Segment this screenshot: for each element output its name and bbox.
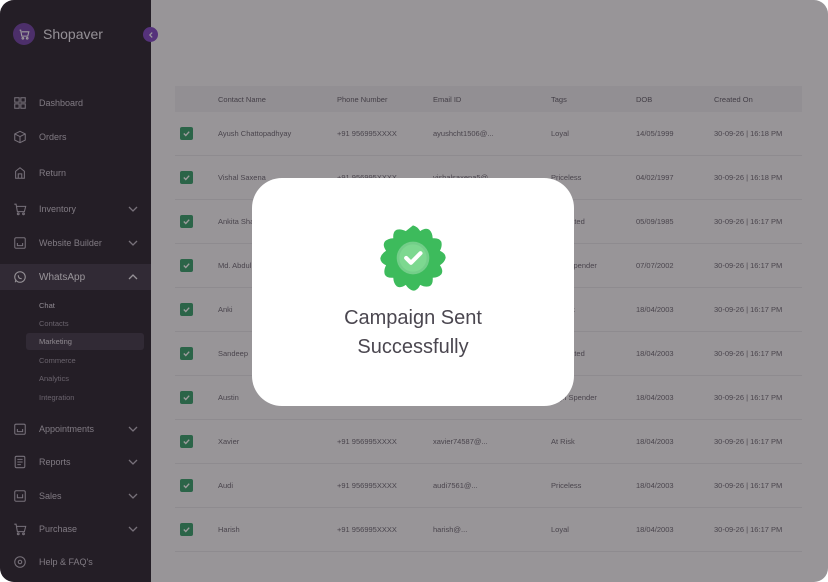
modal-title-line-2: Successfully	[357, 336, 469, 358]
verified-check-icon	[380, 225, 446, 291]
success-modal: Campaign Sent Successfully	[252, 178, 574, 406]
modal-title: Campaign Sent Successfully	[303, 304, 523, 362]
modal-title-line-1: Campaign Sent	[344, 307, 482, 329]
app-window: Shopaver Dashboard Orders Return Inventory W…	[0, 0, 828, 582]
